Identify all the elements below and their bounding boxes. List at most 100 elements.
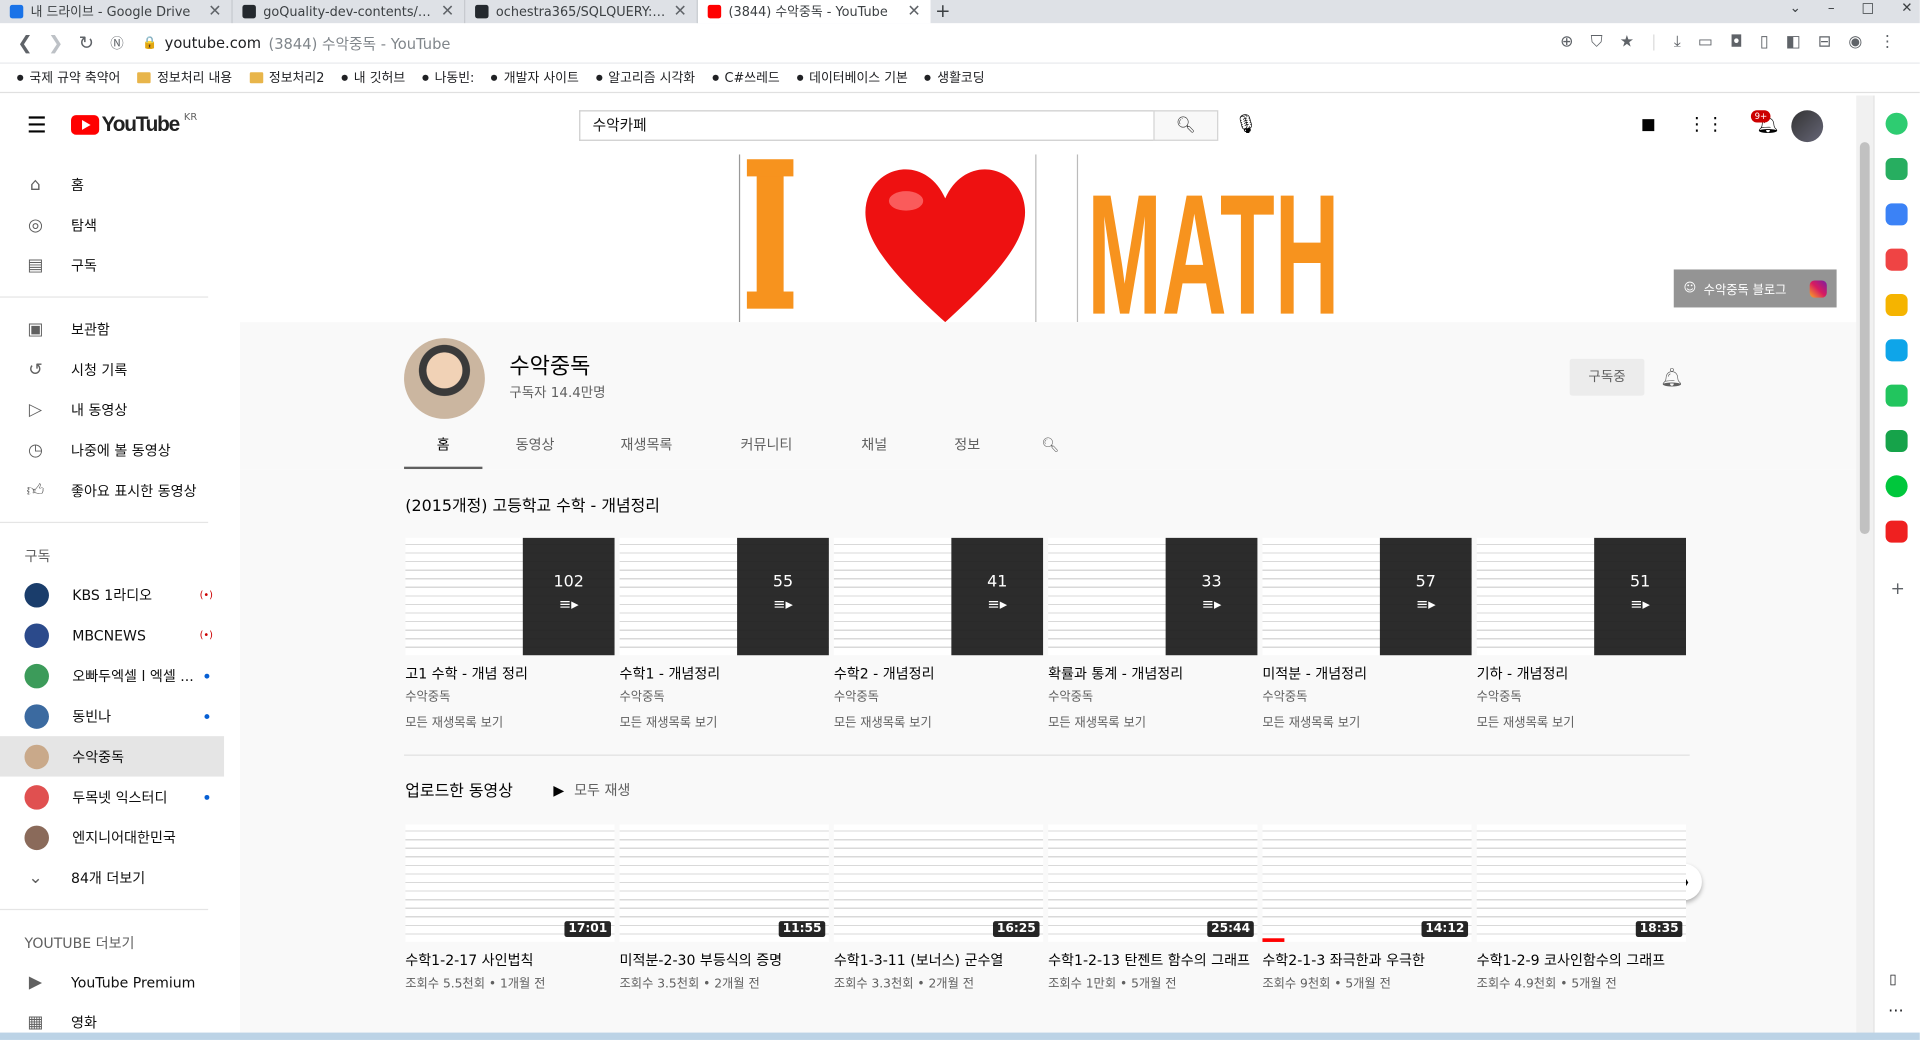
bookmark-item[interactable]: 알고리즘 시각화 [595,69,695,87]
playlist-card[interactable]: 102 ≡▸ 고1 수학 - 개념 정리 수악중독 모든 재생목록 보기 [405,537,615,730]
playlist-title[interactable]: 확률과 통계 - 개념정리 [1048,664,1257,684]
video-title[interactable]: 수학1-2-9 코사인함수의 그래프 [1477,951,1686,971]
playlist-thumbnail[interactable]: 57 ≡▸ [1262,537,1472,656]
video-thumbnail[interactable]: 25:44 [1048,824,1258,942]
subscription-item[interactable]: 두목넷 익스터디 [0,777,240,817]
account-avatar[interactable] [1791,110,1824,143]
reader-icon[interactable]: Ⓝ [102,33,133,53]
show-more-button[interactable]: ⌄ 84개 더보기 [0,857,240,897]
playlist-title[interactable]: 미적분 - 개념정리 [1262,664,1471,684]
news-app-icon[interactable] [1885,520,1908,543]
subscription-item[interactable]: 동빈나 [0,696,240,736]
subscription-item[interactable]: 수악중독 [0,736,225,777]
subscription-item[interactable]: 오빠두엑셀 l 엑셀 ... [0,655,240,695]
channel-name-link[interactable]: 수악중독 [1048,690,1257,707]
shopping-bag-icon[interactable] [1885,203,1908,226]
view-full-playlist-link[interactable]: 모든 재생목록 보기 [834,712,1043,730]
channel-tab[interactable]: 재생목록 [588,423,706,470]
view-full-playlist-link[interactable]: 모든 재생목록 보기 [405,712,614,730]
channel-tab[interactable]: 커뮤니티 [705,423,827,470]
bookmark-item[interactable]: 생활코딩 [924,69,985,87]
playlist-card[interactable]: 51 ≡▸ 기하 - 개념정리 수악중독 모든 재생목록 보기 [1476,537,1686,730]
naver-icon[interactable] [1885,475,1908,498]
video-card[interactable]: 25:44 수학1-2-13 탄젠트 함수의 그래프 조회수 1만회 • 5개월 전 [1048,824,1258,993]
guide-item[interactable]: ▷ 내 동영상 [0,390,240,430]
playlist-thumbnail[interactable]: 102 ≡▸ [405,537,615,656]
playlist-card[interactable]: 33 ≡▸ 확률과 통계 - 개념정리 수악중독 모든 재생목록 보기 [1048,537,1258,730]
guide-item[interactable]: ▤ 구독 [0,245,240,285]
collections-icon[interactable]: ⊟ [1818,33,1831,51]
subscription-item[interactable]: KBS 1라디오 (•) [0,574,240,614]
play-all-button[interactable]: ▶ 모두 재생 [553,780,630,800]
channel-name-link[interactable]: 수악중독 [834,690,1043,707]
video-title[interactable]: 미적분-2-30 부등식의 증명 [620,951,829,971]
video-card[interactable]: 11:55 미적분-2-30 부등식의 증명 조회수 3.5천회 • 2개월 전 [619,824,829,993]
bell-icon[interactable]: 🔔︎ [1660,366,1683,388]
channel-avatar[interactable] [404,338,485,419]
subscription-item[interactable]: 엔지니어대한민국 [0,817,240,857]
menu-icon[interactable]: ⋮ [1879,33,1895,51]
forward-button[interactable]: ❯ [40,32,71,54]
channel-search-icon[interactable]: 🔍︎ [1014,423,1087,470]
shopping-icon[interactable] [1885,112,1908,135]
video-thumbnail[interactable]: 14:12 [1262,824,1472,942]
channel-name-link[interactable]: 수악중독 [620,690,829,707]
video-thumbnail[interactable]: 18:35 [1476,824,1686,942]
bookmark-item[interactable]: 데이터베이스 기본 [796,69,908,87]
video-thumbnail[interactable]: 11:55 [619,824,829,942]
shield-icon[interactable]: ⛉ [1591,33,1603,51]
bookmark-item[interactable]: 정보처리2 [249,69,324,87]
shelf-title[interactable]: (2015개정) 고등학교 수학 - 개념정리 [405,492,660,515]
video-thumbnail[interactable]: 16:25 [833,824,1044,942]
close-tab-icon[interactable]: ✕ [441,2,454,20]
uploads-title[interactable]: 업로드한 동영상 [405,778,513,801]
close-tab-icon[interactable]: ✕ [907,2,920,20]
view-full-playlist-link[interactable]: 모든 재생목록 보기 [1262,712,1471,730]
channel-name-link[interactable]: 수악중독 [1477,690,1686,707]
playlist-title[interactable]: 고1 수학 - 개념 정리 [405,664,614,684]
video-thumbnail[interactable]: 17:01 [405,824,615,942]
reading-icon[interactable]: ▯ [1760,33,1769,51]
back-button[interactable]: ❮ [10,32,41,54]
microphone-icon[interactable]: 🎙︎ [1234,113,1257,135]
video-card[interactable]: 14:12 수학2-1-3 좌극한과 우극한 조회수 9천회 • 5개월 전 [1262,824,1472,993]
subscribed-button[interactable]: 구독중 [1569,358,1645,396]
channel-tab[interactable]: 채널 [828,423,921,470]
channel-tab[interactable]: 홈 [404,423,483,470]
browser-tab[interactable]: ochestra365/SQLQUERY: 다시공 ✕ [465,0,698,24]
tab-search-icon[interactable]: ⌄ [1790,0,1801,17]
video-title[interactable]: 수학2-1-3 좌극한과 우극한 [1262,951,1471,971]
chat-icon[interactable] [1885,158,1908,181]
maximize-button[interactable]: □ [1862,0,1875,17]
view-full-playlist-link[interactable]: 모든 재생목록 보기 [1048,712,1257,730]
guide-item[interactable]: ⌂ 홈 [0,164,240,204]
guide-item[interactable]: ◷ 나중에 볼 동영상 [0,430,240,470]
panel-toggle-icon[interactable]: ▯ [1889,971,1896,987]
star-app-icon[interactable] [1885,293,1908,317]
add-icon[interactable]: ⊕ [1560,33,1573,51]
minimize-button[interactable]: – [1828,0,1835,17]
guide-item[interactable]: 👍︎ 좋아요 표시한 동영상 [0,470,240,510]
browser-tab[interactable]: 내 드라이브 - Google Drive ✕ [0,0,233,24]
guide-item[interactable]: ▶ YouTube Premium [0,962,240,1002]
playlist-thumbnail[interactable]: 51 ≡▸ [1476,537,1686,656]
video-card[interactable]: 18:35 수학1-2-9 코사인함수의 그래프 조회수 4.9천회 • 5개월 전 [1476,824,1686,993]
bookmark-item[interactable]: 내 깃허브 [341,69,405,87]
video-icon[interactable]: ▭ [1698,33,1713,51]
download-icon[interactable]: ⤓ [1674,33,1681,51]
close-tab-icon[interactable]: ✕ [674,2,687,20]
channel-tab[interactable]: 동영상 [482,423,587,470]
bookmark-item[interactable]: 국제 규약 축약어 [17,69,120,87]
guide-item[interactable]: ◎ 탐색 [0,205,240,245]
video-title[interactable]: 수학1-2-13 탄젠트 함수의 그래프 [1048,951,1257,971]
view-full-playlist-link[interactable]: 모든 재생목록 보기 [620,712,829,730]
star-icon[interactable]: ★ [1620,33,1634,51]
menu-icon[interactable]: ☰ [27,113,47,139]
close-tab-icon[interactable]: ✕ [208,2,221,20]
page-scrollbar[interactable] [1856,95,1874,1040]
playlist-title[interactable]: 기하 - 개념정리 [1477,664,1686,684]
edge-icon[interactable] [1885,339,1908,362]
guide-item[interactable]: ↺ 시청 기록 [0,349,240,389]
video-card[interactable]: 16:25 수학1-3-11 (보너스) 군수열 조회수 3.3천회 • 2개월 전 [833,824,1044,993]
reload-button[interactable]: ↻ [71,32,102,54]
